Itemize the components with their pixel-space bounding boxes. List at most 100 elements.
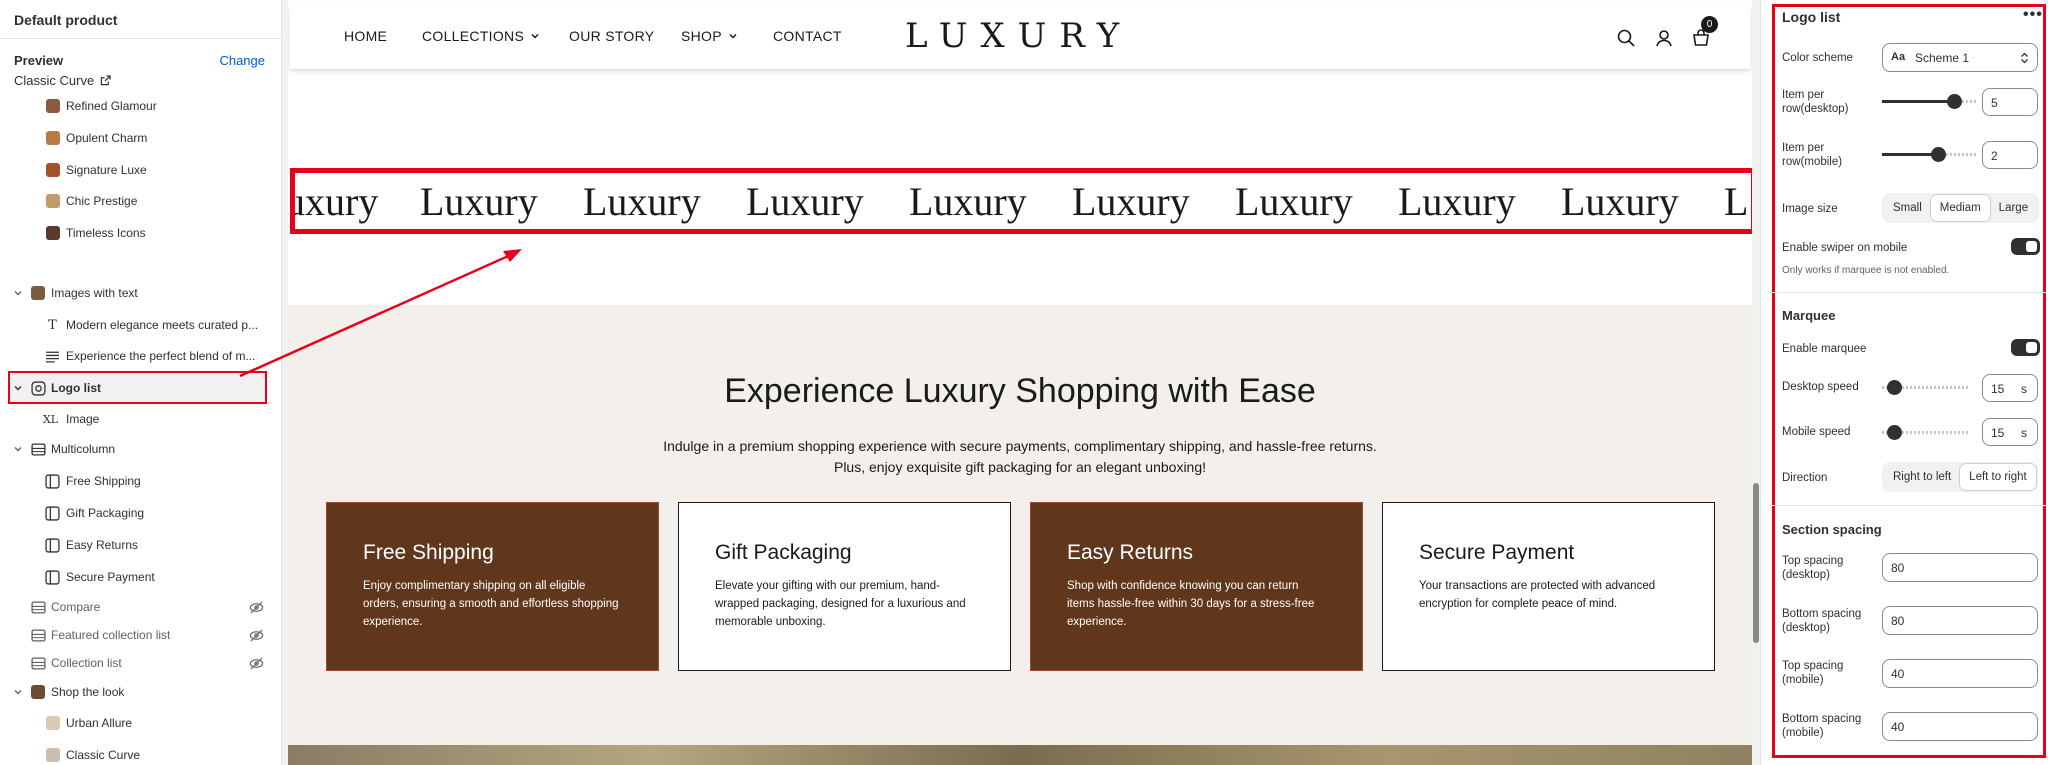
enable-marquee-toggle[interactable] <box>2011 339 2040 356</box>
account-icon[interactable] <box>1654 28 1674 48</box>
tree-section-compare[interactable]: Compare <box>0 593 281 621</box>
settings-title: Logo list <box>1782 9 1841 25</box>
bottom-mobile-input[interactable]: 40 <box>1882 712 2038 741</box>
direction-right-to-left[interactable]: Right to left <box>1884 464 1960 490</box>
bottom-desktop-input[interactable]: 80 <box>1882 606 2038 635</box>
top-desktop-label: Top spacing (desktop) <box>1782 555 1844 581</box>
logo-list-marquee[interactable]: uxury Luxury Luxury Luxury Luxury Luxury… <box>290 168 1752 234</box>
slider-knob[interactable] <box>1887 425 1902 440</box>
mobile-speed-label: Mobile speed <box>1782 426 1851 438</box>
tree-item-text[interactable]: Experience the perfect blend of m... <box>0 342 281 370</box>
change-link[interactable]: Change <box>219 53 265 68</box>
search-icon[interactable] <box>1616 28 1636 48</box>
swiper-toggle[interactable] <box>2011 238 2040 255</box>
preview-name[interactable]: Classic Curve <box>14 73 111 88</box>
tree-item-easy-returns[interactable]: Easy Returns <box>0 531 281 559</box>
tree-item-signature-luxe[interactable]: Signature Luxe <box>0 156 281 184</box>
chevron-down-icon[interactable] <box>13 444 23 454</box>
nav-our-story[interactable]: OUR STORY <box>569 28 654 44</box>
tree-item-classic-curve[interactable]: Classic Curve <box>0 741 281 765</box>
tree-label: Compare <box>51 600 101 614</box>
chevron-down-icon[interactable] <box>13 687 23 697</box>
slider-fill <box>1882 153 1938 156</box>
mobile-speed-input[interactable]: 15 s <box>1982 418 2038 446</box>
color-scheme-select[interactable]: Aa Scheme 1 <box>1882 43 2038 72</box>
tree-item-image[interactable]: XL Image <box>0 405 281 433</box>
top-mobile-value: 40 <box>1891 667 1905 681</box>
desktop-speed-slider[interactable] <box>1882 380 1968 396</box>
preview-scrollbar[interactable] <box>1752 0 1760 765</box>
tree-section-logo-list[interactable]: Logo list <box>0 374 281 402</box>
section-spacing-heading: Section spacing <box>1782 522 1882 537</box>
chevron-down-icon[interactable] <box>13 288 23 298</box>
desktop-speed-input[interactable]: 15 s <box>1982 374 2038 402</box>
tree-item-timeless-icons[interactable]: Timeless Icons <box>0 219 281 247</box>
tree-section-collection-list[interactable]: Collection list <box>0 649 281 677</box>
item-desktop-input[interactable]: 5 <box>1982 88 2038 116</box>
top-mobile-label: Top spacing (mobile) <box>1782 660 1844 686</box>
tree-section-images-with-text[interactable]: Images with text <box>0 279 281 307</box>
tree-label: Multicolumn <box>51 442 116 456</box>
marquee-logo: Luxury <box>1398 179 1516 224</box>
bottom-desktop-value: 80 <box>1891 614 1905 628</box>
scrollbar-thumb[interactable] <box>1753 483 1759 643</box>
swiper-label: Enable swiper on mobile <box>1782 242 1908 254</box>
tree-item-secure-payment[interactable]: Secure Payment <box>0 563 281 591</box>
image-size-large[interactable]: Large <box>1990 195 2037 221</box>
tree-label: Classic Curve <box>66 748 141 762</box>
divider <box>1772 505 2046 506</box>
bottom-mobile-value: 40 <box>1891 720 1905 734</box>
slider-knob[interactable] <box>1931 147 1946 162</box>
tree-item-chic-prestige[interactable]: Chic Prestige <box>0 187 281 215</box>
eye-hidden-icon[interactable] <box>249 600 264 615</box>
chevron-down-icon[interactable] <box>13 383 23 393</box>
section-thumbnail-icon <box>30 685 45 700</box>
item-mobile-input[interactable]: 2 <box>1982 141 2038 169</box>
tree-item-heading[interactable]: T Modern elegance meets curated p... <box>0 311 281 339</box>
tree-label: Images with text <box>51 286 138 300</box>
marquee-logo: Luxury <box>909 179 1027 224</box>
top-desktop-input[interactable]: 80 <box>1882 553 2038 582</box>
tree-label: Free Shipping <box>66 474 141 488</box>
tree-label: Refined Glamour <box>66 99 157 113</box>
nav-home[interactable]: HOME <box>344 28 387 44</box>
tree-item-urban-allure[interactable]: Urban Allure <box>0 709 281 737</box>
nav-shop[interactable]: SHOP <box>681 28 738 44</box>
marquee-logo: uxury <box>290 179 379 224</box>
tree-item-free-shipping[interactable]: Free Shipping <box>0 467 281 495</box>
tree-item-refined-glamour[interactable]: Refined Glamour <box>0 92 281 120</box>
nav-contact[interactable]: CONTACT <box>773 28 842 44</box>
product-thumbnail-icon <box>45 716 60 731</box>
eye-hidden-icon[interactable] <box>249 628 264 643</box>
select-arrows-icon <box>2021 52 2028 64</box>
paragraph-icon <box>46 351 59 363</box>
item-mobile-slider[interactable] <box>1882 147 1978 163</box>
product-thumbnail-icon <box>45 163 60 178</box>
store-logo[interactable]: LUXURY <box>905 16 1132 56</box>
tree-section-shop-the-look[interactable]: Shop the look <box>0 678 281 706</box>
image-size-medium[interactable]: Mediam <box>1930 195 1990 221</box>
nav-collections[interactable]: COLLECTIONS <box>422 28 540 44</box>
slider-knob[interactable] <box>1887 380 1902 395</box>
slider-knob[interactable] <box>1947 94 1962 109</box>
scheme-swatch-icon: Aa <box>1891 51 1906 63</box>
card-title: Gift Packaging <box>715 541 852 564</box>
image-size-segmented: Small Mediam Large <box>1882 193 2040 223</box>
tree-section-featured-collection-list[interactable]: Featured collection list <box>0 621 281 649</box>
product-thumbnail-icon <box>45 194 60 209</box>
item-desktop-value: 5 <box>1991 96 1998 110</box>
mobile-speed-slider[interactable] <box>1882 425 1968 441</box>
tree-label: Secure Payment <box>66 570 155 584</box>
tree-item-opulent-charm[interactable]: Opulent Charm <box>0 124 281 152</box>
direction-left-to-right[interactable]: Left to right <box>1960 464 2036 490</box>
image-block-icon: XL <box>42 412 59 426</box>
tree-item-gift-packaging[interactable]: Gift Packaging <box>0 499 281 527</box>
tree-label: Easy Returns <box>66 538 139 552</box>
item-desktop-slider[interactable] <box>1882 94 1978 110</box>
image-size-small[interactable]: Small <box>1884 195 1931 221</box>
more-options-icon[interactable]: ••• <box>2023 6 2043 24</box>
eye-hidden-icon[interactable] <box>249 656 264 671</box>
tree-section-multicolumn[interactable]: Multicolumn <box>0 435 281 463</box>
marquee-logo: Luxury <box>420 179 538 224</box>
top-mobile-input[interactable]: 40 <box>1882 659 2038 688</box>
